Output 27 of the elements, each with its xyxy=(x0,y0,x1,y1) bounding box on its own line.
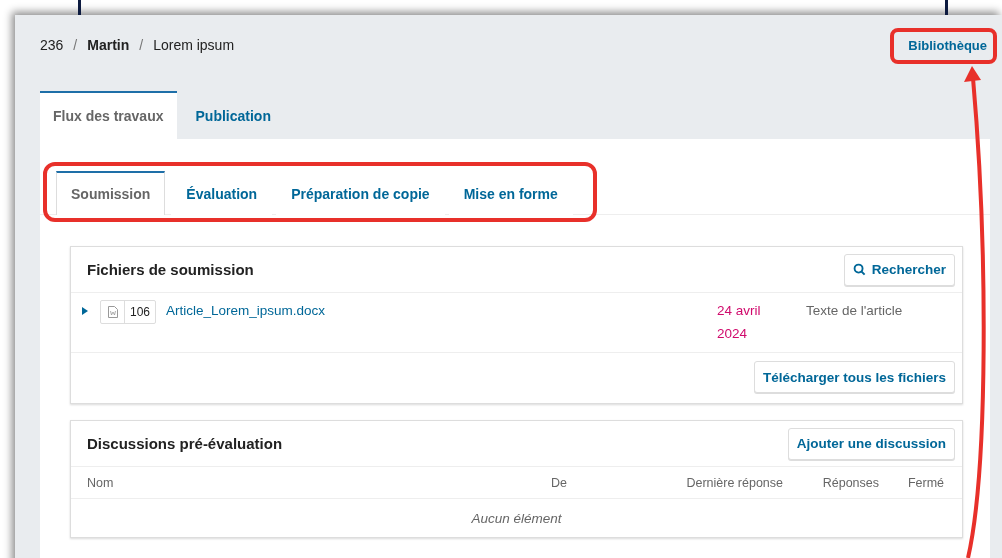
download-all-button[interactable]: Télécharger tous les fichiers xyxy=(753,361,955,393)
main-tab[interactable]: Flux des travaux xyxy=(40,91,177,139)
breadcrumb-separator: / xyxy=(73,37,78,53)
column-header: Dernière réponse xyxy=(685,475,783,490)
stage-tab[interactable]: Soumission xyxy=(56,171,166,215)
expand-icon[interactable] xyxy=(81,307,89,315)
add-discussion-button[interactable]: Ajouter une discussion xyxy=(787,427,955,460)
breadcrumb-item: Lorem ipsum xyxy=(153,37,235,53)
breadcrumb-item: Martin xyxy=(87,37,130,53)
column-header: Nom xyxy=(87,475,115,490)
empty-message: Aucun élément xyxy=(471,510,562,526)
file-link[interactable]: Article_Lorem_ipsum.docx xyxy=(166,303,717,318)
file-type: Texte de l'article xyxy=(806,303,904,318)
column-header: Réponses xyxy=(821,475,879,490)
search-icon xyxy=(852,263,866,276)
section-title: Discussions pré-évaluation xyxy=(87,435,283,452)
library-link[interactable]: Bibliothèque xyxy=(908,37,987,53)
file-date: 24 avril 2024 xyxy=(717,302,762,343)
breadcrumb-item: 236 xyxy=(40,37,64,53)
column-header: Fermé xyxy=(906,475,944,490)
main-tab[interactable]: Publication xyxy=(176,91,277,139)
breadcrumb-separator: / xyxy=(139,37,144,53)
section-title: Fichiers de soumission xyxy=(87,261,254,278)
search-button[interactable]: Rechercher xyxy=(843,253,955,286)
column-header: De xyxy=(550,475,567,490)
file-badge: 106 xyxy=(100,300,157,324)
document-icon xyxy=(107,306,118,318)
